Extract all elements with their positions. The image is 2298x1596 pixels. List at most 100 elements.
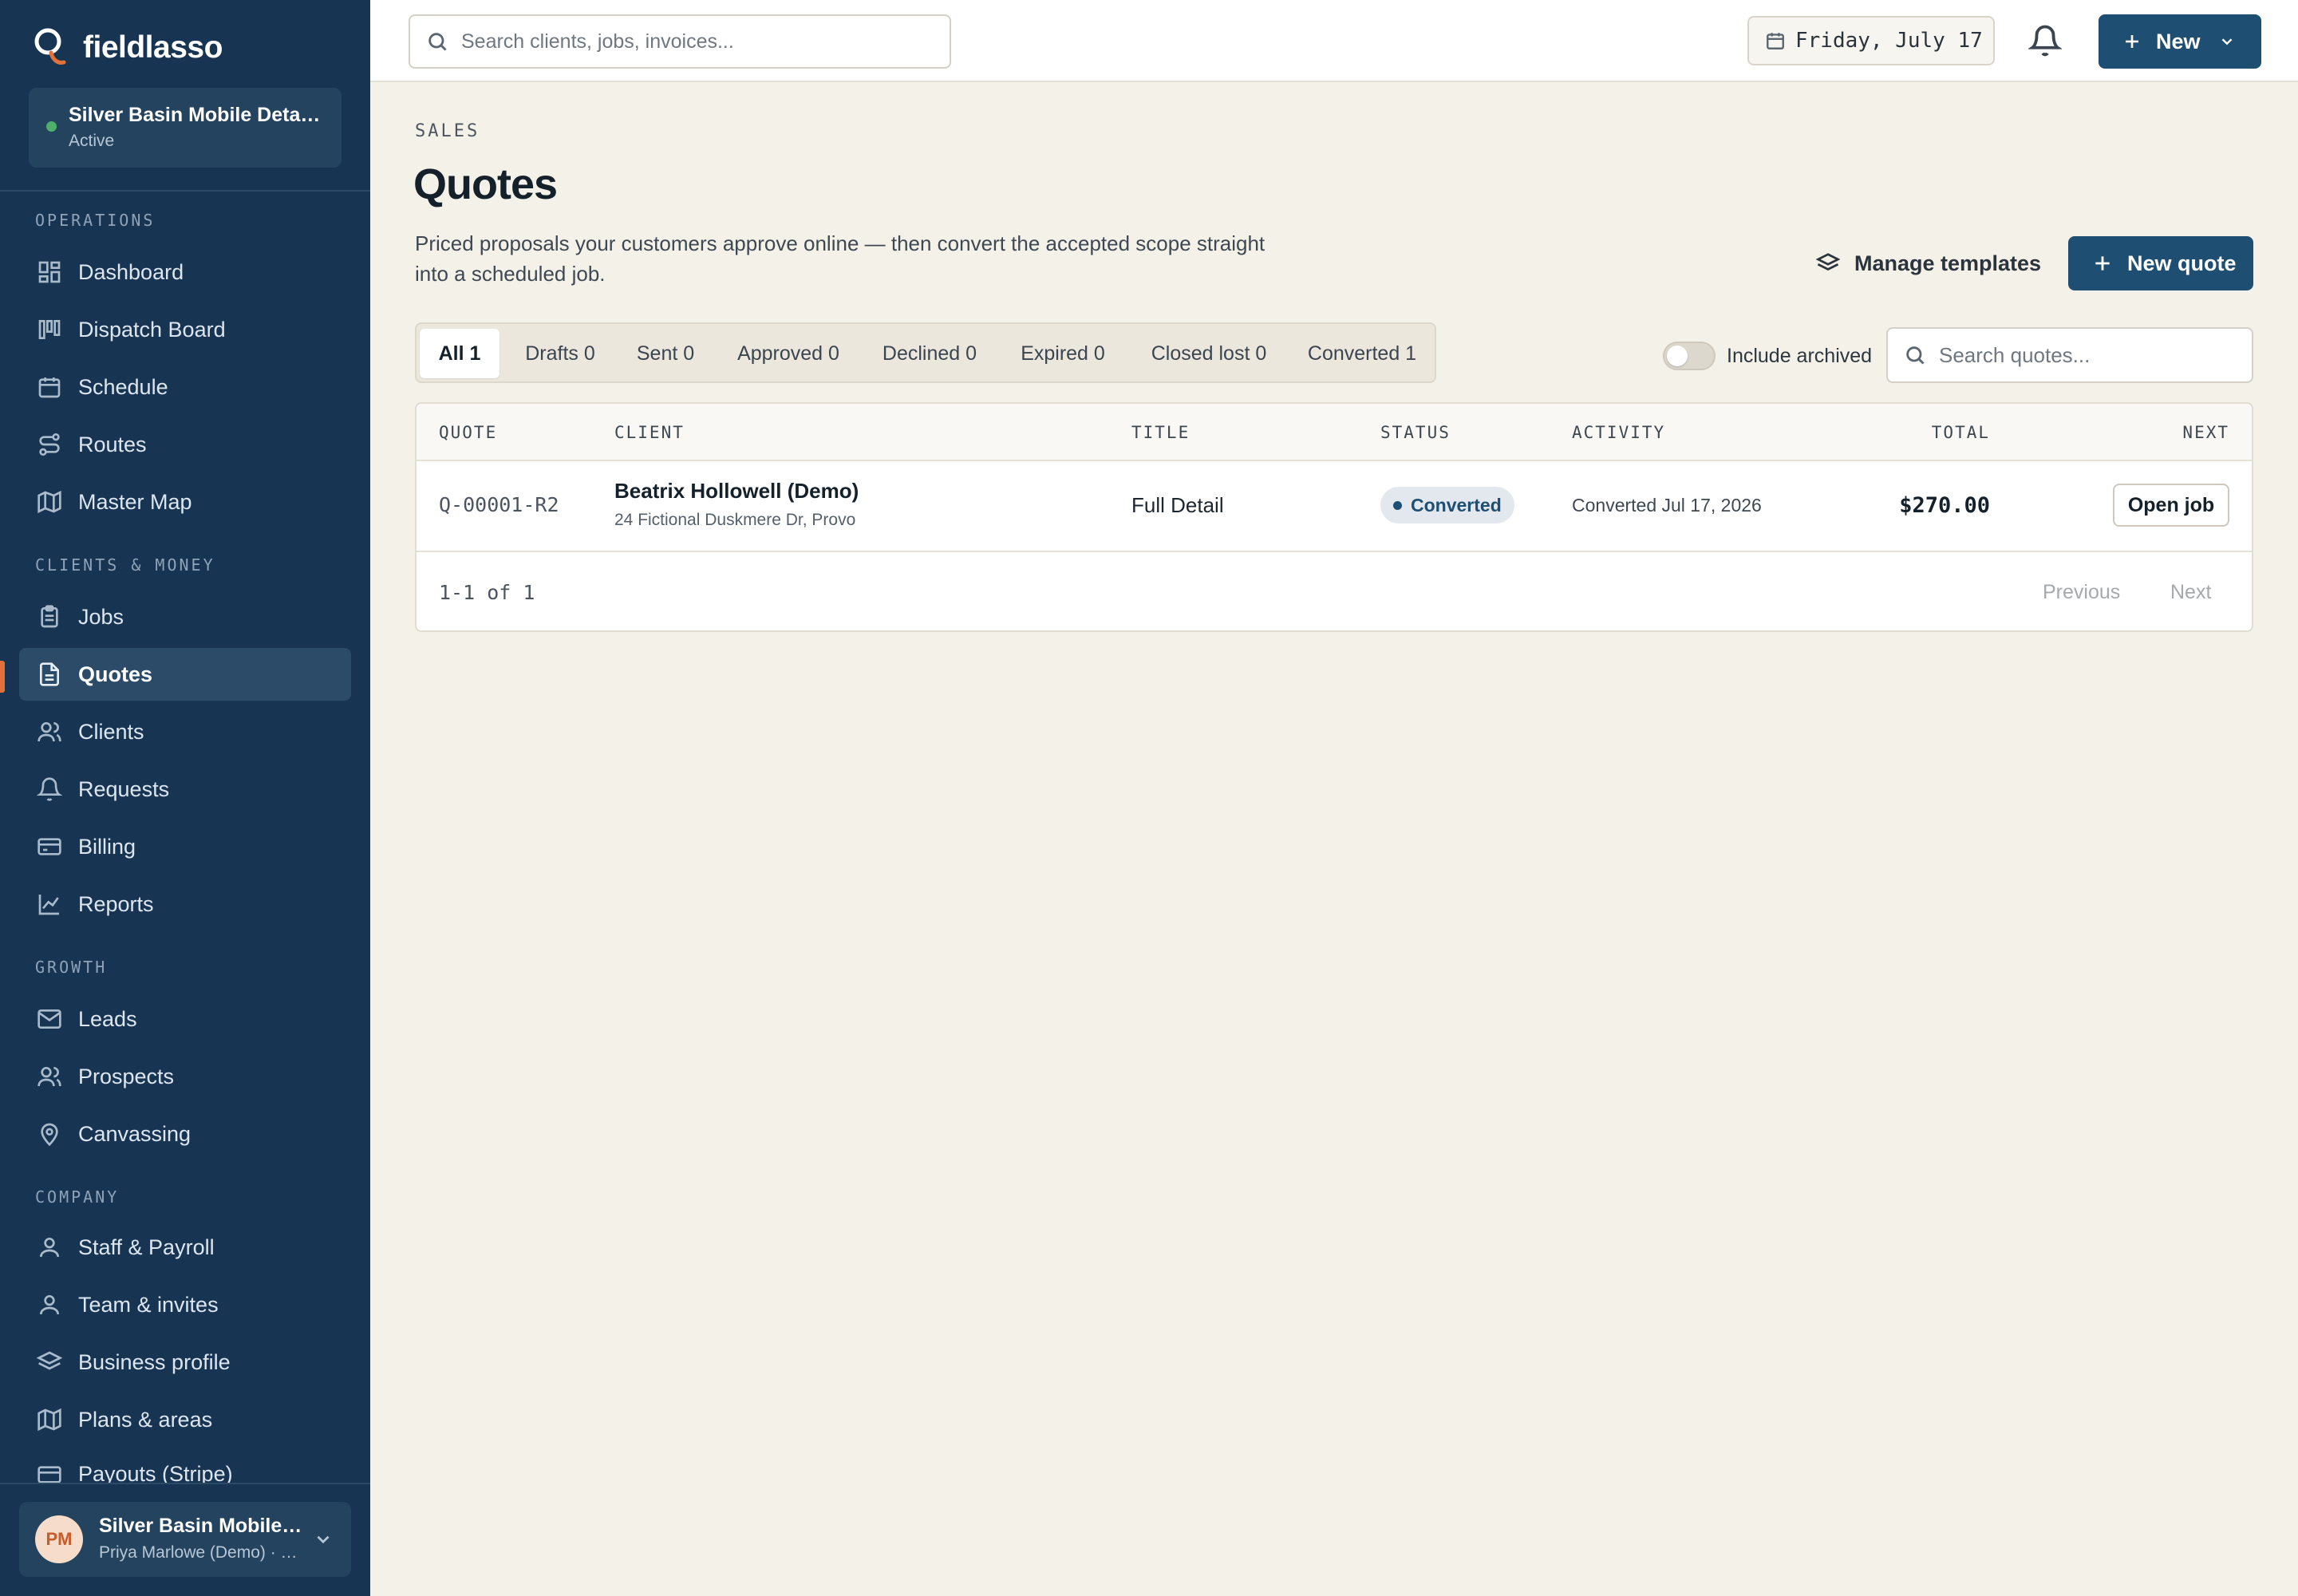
table-header: QUOTE CLIENT TITLE STATUS ACTIVITY TOTAL…: [417, 404, 2252, 461]
include-archived-toggle[interactable]: [1663, 342, 1716, 370]
new-menu-button[interactable]: New: [2099, 14, 2261, 69]
sidebar-item-canvassing[interactable]: Canvassing: [19, 1108, 351, 1160]
sidebar-item-prospects[interactable]: Prospects: [19, 1050, 351, 1103]
column-header-quote[interactable]: QUOTE: [439, 423, 497, 442]
sidebar-item-jobs[interactable]: Jobs: [19, 591, 351, 643]
filter-tab-approved[interactable]: Approved 0: [715, 329, 862, 378]
sidebar-item-label: Team & invites: [78, 1292, 219, 1317]
user-subtitle: Priya Marlowe (Demo) · Owner: [99, 1543, 306, 1562]
clipboard-icon: [41, 605, 58, 628]
search-icon: [1906, 346, 1925, 365]
filter-tab-closed-lost[interactable]: Closed lost 0: [1130, 329, 1288, 378]
status-label: Converted: [1411, 494, 1502, 516]
plus-icon: [2126, 35, 2138, 48]
table-row[interactable]: Q-00001-R2 Beatrix Hollowell (Demo) 24 F…: [417, 461, 2252, 552]
quote-number[interactable]: Q-00001-R2: [439, 493, 559, 516]
global-search[interactable]: [409, 14, 951, 69]
sidebar-bottom-divider: [0, 1483, 370, 1484]
chart-icon: [38, 895, 59, 915]
date-picker[interactable]: Friday, July 17: [1747, 16, 1995, 65]
notifications-bell-icon[interactable]: [2028, 24, 2062, 57]
page-eyebrow: SALES: [415, 121, 480, 141]
column-header-next: NEXT: [2182, 423, 2229, 442]
sidebar-item-requests[interactable]: Requests: [19, 763, 351, 816]
filter-tab-expired[interactable]: Expired 0: [999, 329, 1127, 378]
calendar-icon: [38, 377, 61, 398]
brand-name: fieldlasso: [83, 30, 223, 65]
status-dot: [1393, 501, 1402, 510]
pagination-previous-button[interactable]: Previous: [2043, 581, 2120, 604]
workspace-name: Silver Basin Mobile Detailing: [69, 104, 322, 126]
client-address: 24 Fictional Duskmere Dr, Provo: [614, 511, 856, 529]
workspace-switcher[interactable]: Silver Basin Mobile Detailing Active: [29, 88, 342, 168]
activity: Converted Jul 17, 2026: [1572, 495, 1762, 516]
column-header-client[interactable]: CLIENT: [614, 423, 685, 442]
sidebar-item-dashboard[interactable]: Dashboard: [19, 246, 351, 298]
topbar: Friday, July 17 New: [370, 0, 2298, 82]
status-badge: Converted: [1380, 487, 1514, 523]
page-description: Priced proposals your customers approve …: [415, 231, 1265, 286]
document-icon: [40, 662, 59, 686]
chevron-down-icon: [317, 1535, 330, 1544]
filter-tab-drafts[interactable]: Drafts 0: [504, 329, 616, 378]
user-icon: [40, 1295, 59, 1315]
sidebar-item-schedule[interactable]: Schedule: [19, 361, 351, 413]
active-nav-marker: [0, 661, 5, 693]
sidebar-item-label: Leads: [78, 1006, 137, 1031]
manage-templates-button[interactable]: Manage templates: [1816, 244, 2041, 282]
filter-tab-sent[interactable]: Sent 0: [619, 329, 712, 378]
nav-section-operations: OPERATIONS: [35, 211, 156, 230]
global-search-input[interactable]: [461, 30, 940, 53]
sidebar-item-label: Jobs: [78, 604, 124, 629]
sidebar-item-label: Business profile: [78, 1349, 231, 1374]
quote-total: $270.00: [1899, 493, 1990, 518]
map-icon: [38, 1408, 61, 1432]
sidebar-item-billing[interactable]: Billing: [19, 820, 351, 873]
column-header-status[interactable]: STATUS: [1380, 423, 1451, 442]
filter-tab-all[interactable]: All 1: [420, 329, 499, 378]
quote-search[interactable]: [1886, 327, 2253, 383]
new-quote-button[interactable]: New quote: [2068, 236, 2253, 290]
sidebar-item-staff-payroll[interactable]: Staff & Payroll: [19, 1221, 351, 1274]
sidebar-item-business-profile[interactable]: Business profile: [19, 1336, 351, 1389]
manage-templates-label: Manage templates: [1854, 251, 2042, 275]
layers-icon: [1816, 253, 1840, 271]
column-header-total[interactable]: TOTAL: [1932, 423, 1990, 442]
brand[interactable]: fieldlasso: [32, 26, 223, 70]
pagination-next-button[interactable]: Next: [2170, 581, 2211, 604]
users-icon: [38, 1067, 61, 1087]
sidebar-item-label: Quotes: [78, 662, 153, 686]
current-date: Friday, July 17: [1795, 29, 1983, 53]
sidebar-item-label: Plans & areas: [78, 1407, 213, 1432]
map-icon: [38, 490, 61, 514]
nav-section-clients-money: CLIENTS & MONEY: [35, 555, 215, 575]
filter-tab-declined[interactable]: Declined 0: [863, 329, 996, 378]
sidebar-item-routes[interactable]: Routes: [19, 418, 351, 471]
column-header-title[interactable]: TITLE: [1131, 423, 1190, 442]
sidebar-item-plans-areas[interactable]: Plans & areas: [19, 1393, 351, 1446]
sidebar-item-payouts[interactable]: Payouts (Stripe): [19, 1451, 351, 1483]
sidebar-item-quotes[interactable]: Quotes: [19, 648, 351, 701]
sidebar-item-label: Schedule: [78, 374, 168, 399]
quote-search-input[interactable]: [1939, 342, 2242, 368]
filter-tab-converted[interactable]: Converted 1: [1291, 329, 1433, 378]
user-account-menu[interactable]: PM Silver Basin Mobile Detailing Priya M…: [19, 1502, 351, 1577]
column-header-activity[interactable]: ACTIVITY: [1572, 423, 1665, 442]
sidebar-item-leads[interactable]: Leads: [19, 993, 351, 1045]
nav-section-company: COMPANY: [35, 1187, 120, 1207]
new-button-label: New: [2156, 29, 2201, 53]
users-icon: [38, 722, 61, 742]
client-name[interactable]: Beatrix Hollowell (Demo): [614, 479, 859, 504]
sidebar-item-team-invites[interactable]: Team & invites: [19, 1278, 351, 1331]
mail-icon: [38, 1009, 61, 1029]
open-job-button[interactable]: Open job: [2113, 484, 2229, 527]
sidebar-item-reports[interactable]: Reports: [19, 878, 351, 930]
sidebar-item-label: Routes: [78, 432, 147, 456]
bell-icon: [37, 777, 62, 801]
quotes-table: QUOTE CLIENT TITLE STATUS ACTIVITY TOTAL…: [415, 402, 2253, 632]
sidebar-item-master-map[interactable]: Master Map: [19, 476, 351, 528]
avatar: PM: [35, 1515, 83, 1563]
sidebar-item-dispatch-board[interactable]: Dispatch Board: [19, 303, 351, 356]
sidebar-item-clients[interactable]: Clients: [19, 705, 351, 758]
route-icon: [39, 433, 60, 456]
